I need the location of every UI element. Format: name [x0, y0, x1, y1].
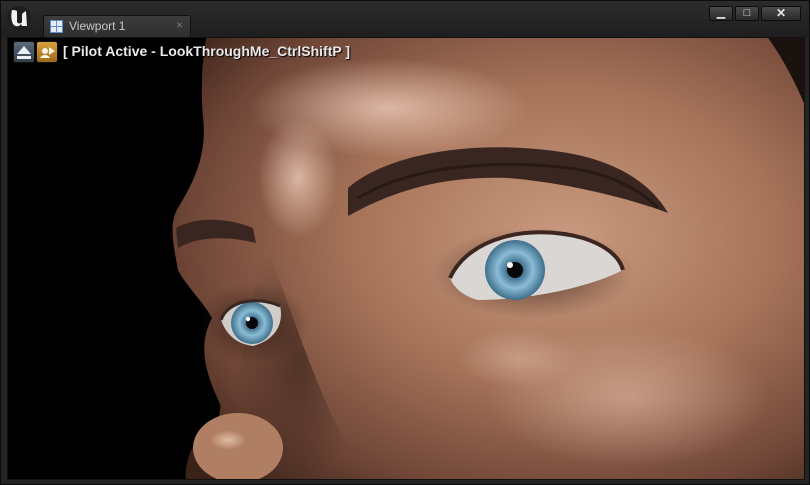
rendered-face-scene	[8, 38, 804, 479]
close-button[interactable]: ✕	[761, 6, 801, 21]
editor-window: Viewport 1 × ▁ □ ✕ [Pilot Active - Look…	[0, 0, 810, 485]
unreal-engine-logo	[7, 6, 31, 30]
tab-close-icon[interactable]: ×	[176, 18, 183, 32]
eject-button[interactable]	[13, 41, 35, 63]
pilot-actor-icon	[40, 47, 55, 58]
window-controls: ▁ □ ✕	[707, 6, 801, 22]
minimize-button[interactable]: ▁	[709, 6, 733, 21]
viewport-3d[interactable]: [ Pilot Active - LookThroughMe_CtrlShift…	[7, 37, 805, 480]
title-bar[interactable]: Viewport 1 × ▁ □ ✕	[1, 1, 809, 37]
tab-label: Viewport 1	[69, 19, 126, 33]
pilot-actor-button[interactable]	[36, 41, 58, 63]
eject-icon	[17, 46, 31, 59]
viewport-grid-icon	[50, 20, 63, 33]
maximize-button[interactable]: □	[735, 6, 759, 21]
pilot-status-label: [ Pilot Active - LookThroughMe_CtrlShift…	[63, 43, 350, 59]
tab-viewport-1[interactable]: Viewport 1 ×	[43, 15, 191, 37]
